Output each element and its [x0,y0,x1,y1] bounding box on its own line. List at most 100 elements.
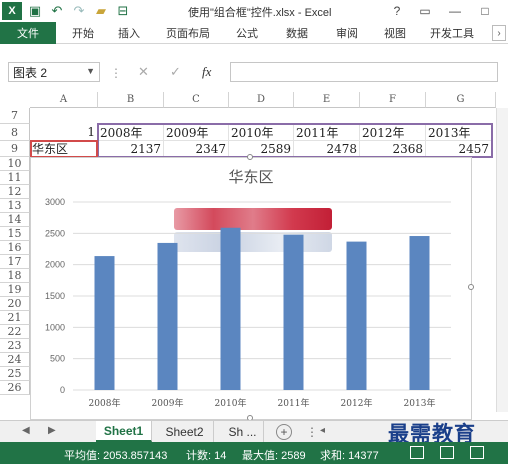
chart[interactable]: 华东区 0 500 1000 1500 2000 2500 3000 2008年 2009年 20… [30,154,474,421]
cell[interactable]: 2012年 [360,124,426,141]
bar[interactable] [346,241,367,390]
column-header[interactable]: E [294,92,360,108]
column-header[interactable]: D [229,92,294,108]
row-header[interactable]: 17 [0,255,30,269]
y-tick-label: 1000 [45,322,65,332]
ribbon-tabs: 文件 开始 插入 页面布局 公式 数据 审阅 视图 开发工具 › [0,22,508,44]
status-max: 最大值: 2589 [242,450,306,462]
status-sum: 求和: 14377 [320,450,379,462]
tab-review[interactable]: 审阅 [336,22,358,44]
row-header[interactable]: 14 [0,213,30,227]
cell[interactable]: 2137 [98,141,164,157]
status-count: 计数: 14 [186,450,227,462]
customize-icon[interactable]: ⊟ [114,2,132,20]
row-header[interactable]: 9 [0,141,30,157]
tab-file[interactable]: 文件 [0,22,56,44]
cell[interactable]: 2009年 [164,124,229,141]
cell[interactable]: 1 [30,124,98,141]
maximize-button[interactable]: □ [476,2,494,20]
row-header[interactable]: 13 [0,199,30,213]
tab-view[interactable]: 视图 [384,22,406,44]
cell[interactable]: 2478 [294,141,360,157]
excel-logo-icon: X [2,2,22,20]
x-tick-label: 2013年 [404,397,436,409]
x-tick-label: 2008年 [89,397,121,409]
column-header[interactable]: F [360,92,426,108]
row-header[interactable]: 10 [0,157,30,171]
row-header[interactable]: 20 [0,297,30,311]
row-header[interactable]: 15 [0,227,30,241]
scroll-handle-icon[interactable]: ⋮ [306,425,318,439]
x-tick-label: 2012年 [341,397,373,409]
row-header[interactable]: 23 [0,339,30,353]
row-header[interactable]: 8 [0,124,30,141]
next-sheet-icon[interactable]: ▶ [48,425,56,436]
row-header[interactable]: 19 [0,283,30,297]
insert-function-icon[interactable]: fx [202,64,211,80]
enter-icon[interactable]: ✓ [170,64,181,80]
x-tick-label: 2009年 [152,397,184,409]
bar[interactable] [94,256,115,390]
sheet-tab[interactable]: Sheet1 [96,421,152,442]
formula-input[interactable] [230,62,498,82]
page-layout-view-icon[interactable] [440,446,454,459]
cell[interactable]: 2008年 [98,124,164,141]
page-break-view-icon[interactable] [470,446,484,459]
normal-view-icon[interactable] [410,446,424,459]
tab-data[interactable]: 数据 [286,22,308,44]
undo-icon[interactable]: ↶ [48,2,66,20]
minimize-button[interactable]: — [446,2,464,20]
cell[interactable]: 2457 [426,141,492,157]
help-button[interactable]: ? [388,2,406,20]
cell[interactable]: 2013年 [426,124,492,141]
open-folder-icon[interactable]: ▰ [92,2,110,20]
y-tick-label: 2500 [45,228,65,238]
row-header[interactable]: 22 [0,325,30,339]
add-sheet-button[interactable]: + [276,424,292,440]
row-header[interactable]: 11 [0,171,30,185]
cell[interactable]: 2010年 [229,124,294,141]
x-tick-label: 2011年 [278,397,310,409]
cell[interactable]: 华东区 [30,141,98,157]
bar[interactable] [283,234,304,390]
column-header[interactable]: C [164,92,229,108]
row-header[interactable]: 7 [0,108,30,124]
name-box[interactable]: 图表 2 ▼ [8,62,100,82]
cell[interactable]: 2589 [229,141,294,157]
bar[interactable] [220,227,241,390]
chevron-down-icon[interactable]: ▼ [86,66,95,76]
cancel-icon[interactable]: ✕ [138,64,149,80]
scroll-left-icon[interactable]: ◂ [320,425,325,436]
prev-sheet-icon[interactable]: ◀ [22,425,30,436]
cell[interactable]: 2347 [164,141,229,157]
tab-insert[interactable]: 插入 [118,22,140,44]
bar[interactable] [409,236,430,390]
y-tick-label: 3000 [45,197,65,207]
tab-formulas[interactable]: 公式 [236,22,258,44]
tab-home[interactable]: 开始 [72,22,94,44]
column-header[interactable]: A [30,92,98,108]
save-icon[interactable]: ▣ [26,2,44,20]
row-header[interactable]: 24 [0,353,30,367]
x-tick-label: 2010年 [215,397,247,409]
y-tick-label: 2000 [45,260,65,270]
row-header[interactable]: 26 [0,381,30,395]
row-header[interactable]: 18 [0,269,30,283]
vertical-scrollbar[interactable] [496,108,508,412]
cell[interactable]: 2368 [360,141,426,157]
sheet-tab[interactable]: Sheet2 [156,421,214,442]
cell[interactable]: 2011年 [294,124,360,141]
ribbon-display-button[interactable]: ▭ [416,2,434,20]
sheet-tab[interactable]: Sh ... [222,421,264,442]
tab-page-layout[interactable]: 页面布局 [166,22,210,44]
bar[interactable] [157,242,178,390]
row-header[interactable]: 16 [0,241,30,255]
row-header[interactable]: 25 [0,367,30,381]
column-header[interactable]: B [98,92,164,108]
ribbon-scroll-icon[interactable]: › [492,25,506,41]
tab-developer[interactable]: 开发工具 [430,22,474,44]
redo-icon[interactable]: ↷ [70,2,88,20]
column-header[interactable]: G [426,92,496,108]
row-header[interactable]: 21 [0,311,30,325]
row-header[interactable]: 12 [0,185,30,199]
